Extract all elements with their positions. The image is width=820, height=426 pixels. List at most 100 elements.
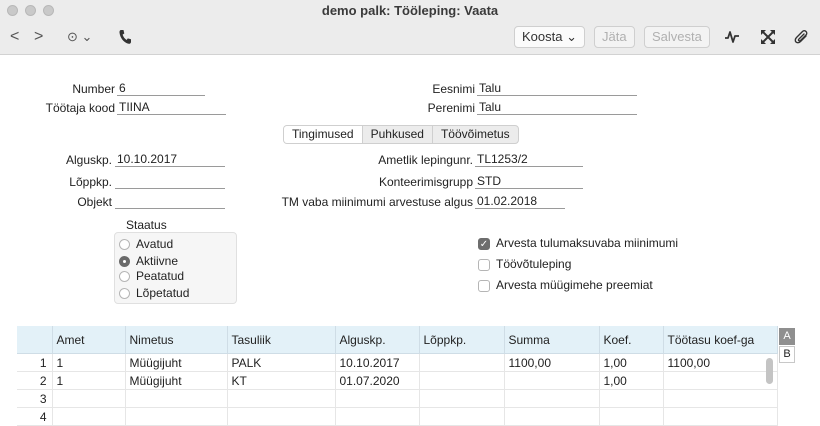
konteerimisgrupp-label: Konteerimisgrupp [378,175,473,189]
radio-peatatud[interactable] [119,271,130,282]
cell-summa[interactable] [504,407,600,426]
activity-icon[interactable] [724,30,740,47]
table-scrollbar[interactable] [766,358,773,384]
cell-tootasu[interactable] [663,371,778,390]
tab-tingimused[interactable]: Tingimused [284,126,362,143]
cell-amet[interactable] [52,389,126,408]
cell-alguskp[interactable]: 01.07.2020 [335,371,420,390]
row-number: 4 [17,407,53,426]
cell-nimetus[interactable] [125,389,228,408]
col-nimetus[interactable]: Nimetus [125,326,228,354]
cell-loppkp[interactable] [419,353,505,372]
cell-summa[interactable]: 1100,00 [504,353,600,372]
col-alguskp[interactable]: Alguskp. [335,326,420,354]
cell-alguskp[interactable] [335,407,420,426]
konteerimisgrupp-field[interactable]: STD [475,174,583,189]
cell-koef[interactable] [599,389,664,408]
checkbox-toovotuleping-label: Töövõtuleping [496,257,572,271]
objekt-field[interactable] [115,194,225,209]
cell-loppkp[interactable] [419,371,505,390]
cell-amet[interactable]: 1 [52,353,126,372]
back-button[interactable]: < [10,27,19,47]
col-loppkp[interactable]: Lõppkp. [419,326,505,354]
staatus-label: Staatus [126,218,167,232]
window-chrome: demo palk: Tööleping: Vaata < > ⊙ ⌄ Koos… [0,0,820,55]
loppkp-label: Lõppkp. [69,175,112,189]
number-label: Number [72,82,115,96]
tab-toovoimetus[interactable]: Töövõimetus [431,126,518,143]
cell-koef[interactable]: 1,00 [599,353,664,372]
cell-tasuliik[interactable]: KT [227,371,336,390]
cell-tasuliik[interactable]: PALK [227,353,336,372]
loppkp-field[interactable] [115,174,225,189]
tootaja-kood-label: Töötaja kood [45,101,115,115]
table-row[interactable]: 2 1 Müügijuht KT 01.07.2020 1,00 [17,371,778,390]
checkbox-toovotuleping[interactable] [478,259,490,271]
salvesta-button[interactable]: Salvesta [644,26,710,48]
radio-lopetatud[interactable] [119,288,130,299]
cell-tootasu[interactable] [663,407,778,426]
table-row[interactable]: 4 [17,407,778,426]
table-row[interactable]: 1 1 Müügijuht PALK 10.10.2017 1100,00 1,… [17,353,778,372]
cell-summa[interactable] [504,371,600,390]
cell-tootasu[interactable]: 1100,00 [663,353,778,372]
expand-icon[interactable] [760,29,776,48]
cell-summa[interactable] [504,389,600,408]
row-number: 1 [17,353,53,372]
koosta-dropdown-button[interactable]: Koosta ⌄ [514,26,585,48]
alguskp-label: Alguskp. [65,153,112,167]
perenimi-label: Perenimi [427,101,475,115]
table-row[interactable]: 3 [17,389,778,408]
cell-alguskp[interactable]: 10.10.2017 [335,353,420,372]
cell-loppkp[interactable] [419,389,505,408]
side-tab-b[interactable]: B [779,346,795,363]
alguskp-field[interactable]: 10.10.2017 [115,152,225,167]
col-tasuliik[interactable]: Tasuliik [227,326,336,354]
eesnimi-field[interactable]: Talu [477,81,637,96]
radio-aktiivne-label: Aktiivne [136,254,179,268]
col-rownum [17,326,53,354]
ametlik-lepingunr-field[interactable]: TL1253/2 [475,152,583,167]
radio-aktiivne[interactable] [119,256,130,267]
checkbox-tulumaksuvaba[interactable]: ✓ [478,238,490,250]
checkbox-tulumaksuvaba-label: Arvesta tulumaksuvaba miinimumi [496,236,679,250]
col-amet[interactable]: Amet [52,326,126,354]
phone-icon[interactable] [118,29,132,48]
cell-tasuliik[interactable] [227,407,336,426]
checkbox-muugimehe-preemia[interactable] [478,280,490,292]
col-tootasu-koef[interactable]: Töötasu koef-ga [663,326,778,354]
tm-vaba-miinimumi-label: TM vaba miinimumi arvestuse algus [281,195,473,209]
checkbox-muugimehe-preemia-label: Arvesta müügimehe preemiat [496,278,653,292]
col-summa[interactable]: Summa [504,326,600,354]
table-header: Amet Nimetus Tasuliik Alguskp. Lõppkp. S… [17,326,778,354]
jata-button[interactable]: Jäta [594,26,635,48]
cell-nimetus[interactable]: Müügijuht [125,371,228,390]
eesnimi-label: Eesnimi [432,82,475,96]
cell-koef[interactable]: 1,00 [599,371,664,390]
cell-amet[interactable] [52,407,126,426]
cell-nimetus[interactable] [125,407,228,426]
side-tab-a[interactable]: A [779,328,795,345]
window-title: demo palk: Tööleping: Vaata [321,3,499,18]
cell-alguskp[interactable] [335,389,420,408]
perenimi-field[interactable]: Talu [477,100,637,115]
number-field[interactable]: 6 [117,81,205,96]
paperclip-icon[interactable] [794,29,810,49]
more-actions-button[interactable]: ⊙ ⌄ [67,27,92,47]
cell-tasuliik[interactable] [227,389,336,408]
cell-amet[interactable]: 1 [52,371,126,390]
cell-koef[interactable] [599,407,664,426]
rows-table: Amet Nimetus Tasuliik Alguskp. Lõppkp. S… [17,326,778,426]
cell-tootasu[interactable] [663,389,778,408]
cell-loppkp[interactable] [419,407,505,426]
cell-nimetus[interactable]: Müügijuht [125,353,228,372]
tm-vaba-miinimumi-field[interactable]: 01.02.2018 [475,194,565,209]
forward-button[interactable]: > [34,27,43,47]
section-tabs: Tingimused Puhkused Töövõimetus [283,125,519,144]
radio-avatud[interactable] [119,239,130,250]
radio-lopetatud-label: Lõpetatud [136,286,190,300]
col-koef[interactable]: Koef. [599,326,664,354]
objekt-label: Objekt [77,195,112,209]
tootaja-kood-field[interactable]: TIINA [117,100,226,115]
tab-puhkused[interactable]: Puhkused [361,126,432,143]
